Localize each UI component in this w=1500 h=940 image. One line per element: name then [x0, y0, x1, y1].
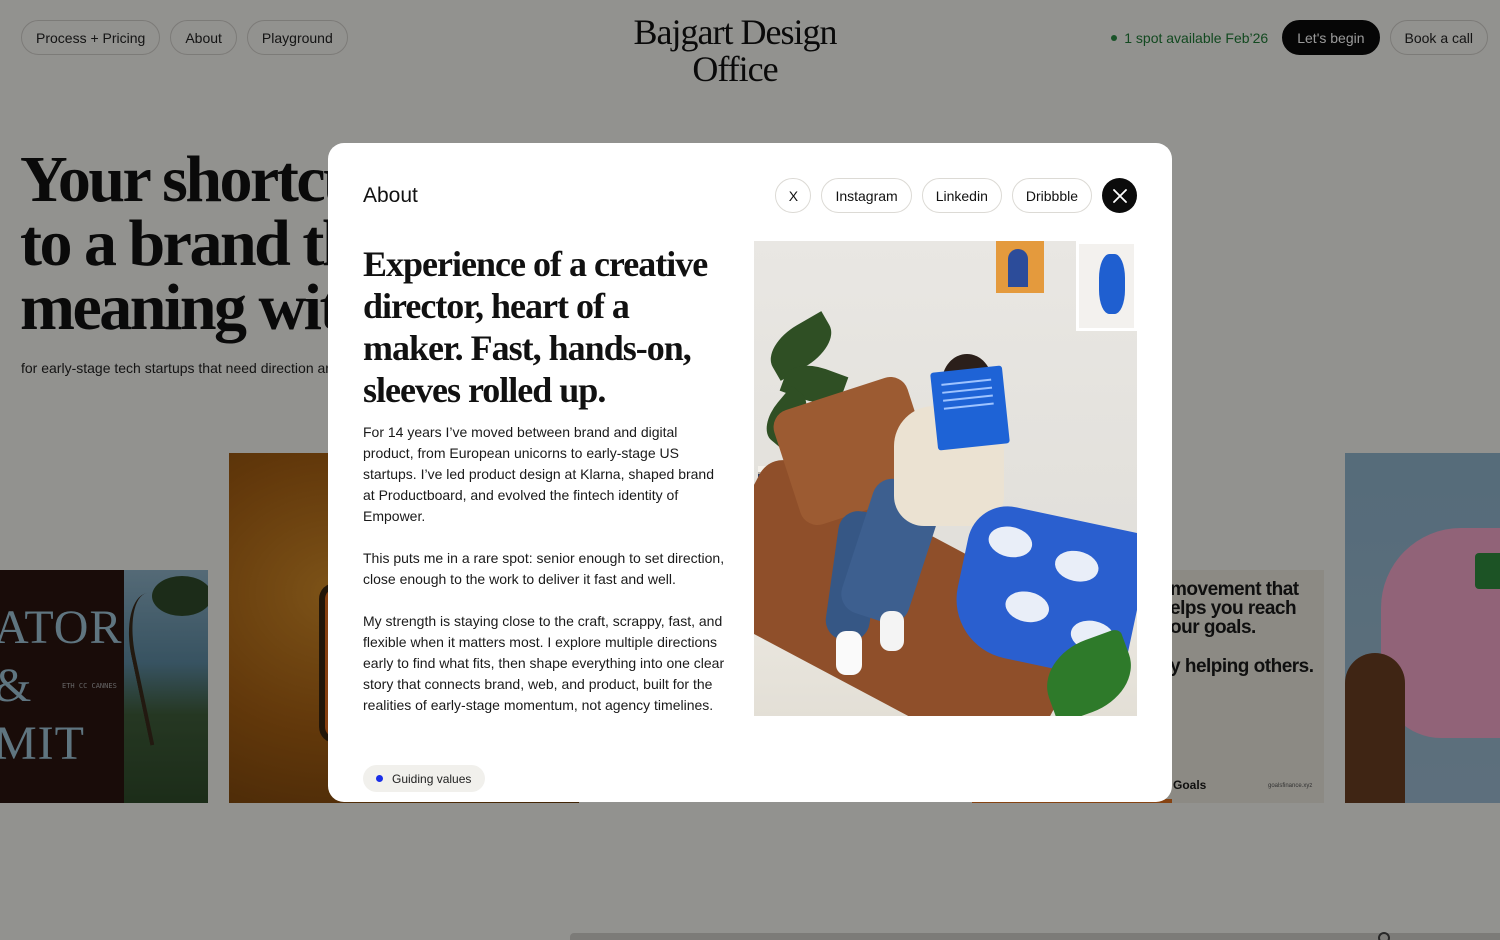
wall-art-blue-leaf	[1076, 241, 1137, 331]
social-dribbble-link[interactable]: Dribbble	[1011, 178, 1092, 213]
blue-dot-icon	[376, 775, 383, 782]
social-linkedin-link[interactable]: Linkedin	[921, 178, 1002, 213]
wall-art-small	[996, 241, 1044, 293]
body-paragraph-2: This puts me in a rare spot: senior enou…	[363, 550, 725, 587]
guiding-values-label: Guiding values	[392, 771, 472, 786]
person-sock	[836, 631, 862, 675]
social-x-link[interactable]: X	[775, 178, 812, 213]
social-links: X Instagram Linkedin Dribbble	[775, 178, 1137, 213]
modal-body: For 14 years I’ve moved between brand an…	[363, 422, 725, 737]
guiding-values-tag[interactable]: Guiding values	[363, 765, 486, 792]
body-paragraph-1: For 14 years I’ve moved between brand an…	[363, 424, 714, 524]
modal-title: About	[363, 184, 418, 207]
body-paragraph-3: My strength is staying close to the craf…	[363, 613, 725, 713]
close-icon	[1112, 188, 1127, 203]
close-button[interactable]	[1102, 178, 1137, 213]
person-sock	[880, 611, 904, 651]
modal-headline: Experience of a creative director, heart…	[363, 244, 708, 410]
about-modal: About X Instagram Linkedin Dribbble Expe…	[328, 143, 1172, 802]
portrait-photo	[754, 241, 1137, 716]
blue-book	[930, 365, 1010, 451]
social-instagram-link[interactable]: Instagram	[821, 178, 912, 213]
